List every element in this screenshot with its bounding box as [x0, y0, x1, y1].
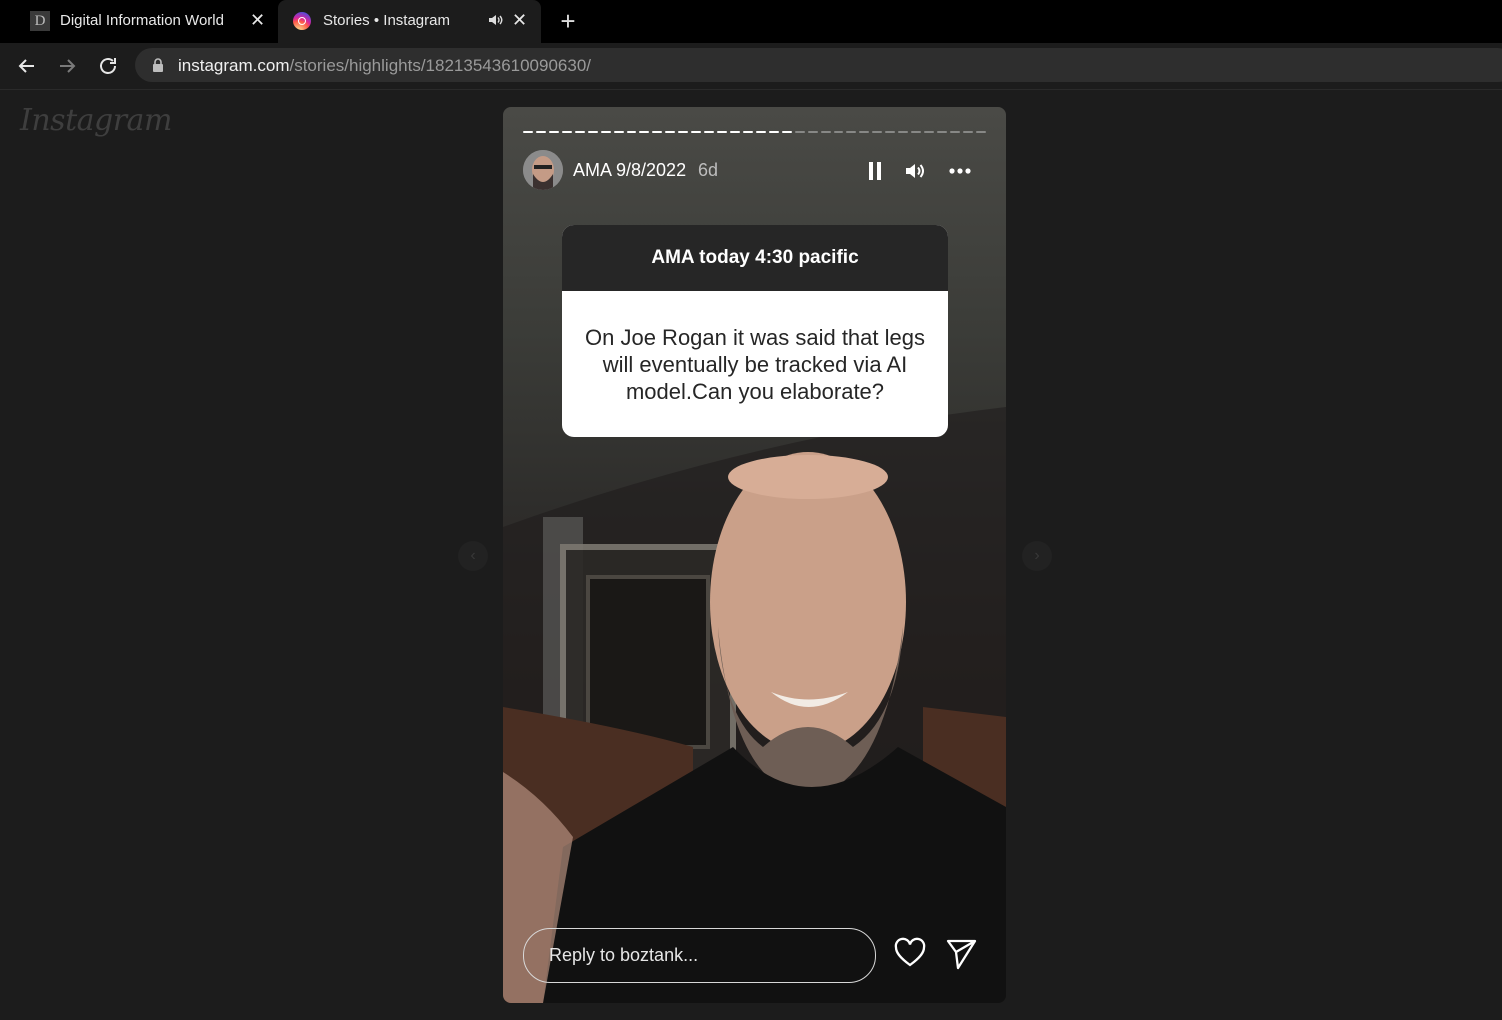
speaker-icon[interactable]: [486, 11, 504, 29]
site-favicon-icon: D: [30, 11, 50, 31]
avatar-image: [523, 150, 563, 190]
story-progress-bar: [523, 131, 986, 134]
progress-segment: [846, 131, 857, 133]
question-sticker-header: AMA today 4:30 pacific: [562, 225, 948, 291]
progress-segment: [755, 131, 766, 133]
progress-segment: [691, 131, 702, 133]
browser-tab-strip: D Digital Information World ✕ Stories • …: [0, 0, 1502, 43]
progress-segment: [652, 131, 663, 133]
url-path: /stories/highlights/18213543610090630/: [289, 56, 592, 75]
pause-icon[interactable]: [863, 159, 887, 183]
story-age: 6d: [698, 160, 719, 180]
progress-segment: [911, 131, 922, 133]
progress-segment: [523, 131, 533, 133]
progress-segment: [742, 131, 753, 133]
instagram-favicon-icon: [293, 12, 311, 30]
close-icon[interactable]: ✕: [250, 10, 265, 31]
progress-segment: [833, 131, 844, 133]
progress-segment: [574, 131, 585, 133]
progress-segment: [820, 131, 831, 133]
avatar[interactable]: [523, 150, 563, 190]
reload-icon[interactable]: [96, 54, 120, 78]
story-viewer[interactable]: AMA 9/8/2022 6d AMA today 4:30 pacific O…: [503, 107, 1006, 1003]
progress-segment: [704, 131, 715, 133]
lock-icon[interactable]: [152, 58, 164, 72]
progress-segment: [626, 131, 637, 133]
progress-segment: [717, 131, 727, 133]
progress-segment: [730, 131, 740, 133]
progress-segment: [924, 131, 934, 133]
volume-icon[interactable]: [903, 159, 927, 183]
progress-segment: [949, 131, 960, 133]
url-text: instagram.com/stories/highlights/1821354…: [178, 56, 591, 76]
progress-segment: [665, 131, 676, 133]
tab-title: Digital Information World: [60, 12, 224, 29]
send-icon[interactable]: [944, 936, 978, 970]
browser-toolbar: instagram.com/stories/highlights/1821354…: [0, 43, 1502, 90]
story-highlight-title[interactable]: AMA 9/8/2022: [573, 160, 686, 181]
progress-segment: [639, 131, 650, 133]
progress-segment: [548, 131, 559, 133]
plus-icon[interactable]: +: [556, 6, 580, 36]
url-host: instagram.com: [178, 56, 290, 75]
progress-segment: [613, 131, 624, 133]
instagram-logo[interactable]: Instagram: [20, 103, 172, 138]
reply-input[interactable]: Reply to boztank...: [523, 928, 876, 983]
tab-digital-information-world[interactable]: D Digital Information World ✕: [0, 0, 278, 43]
progress-segment: [872, 131, 883, 133]
question-sticker-text: On Joe Rogan it was said that legs will …: [585, 325, 925, 404]
progress-segment: [587, 131, 598, 133]
progress-segment: [937, 131, 947, 133]
progress-segment: [962, 131, 973, 133]
more-icon[interactable]: [948, 159, 972, 183]
progress-segment: [561, 131, 572, 133]
heart-icon[interactable]: [893, 936, 927, 970]
progress-segment: [807, 131, 818, 133]
previous-story-button[interactable]: ‹: [458, 541, 488, 571]
address-bar[interactable]: instagram.com/stories/highlights/1821354…: [135, 48, 1502, 82]
progress-segment: [898, 131, 909, 133]
progress-segment: [535, 131, 546, 133]
tab-stories-instagram[interactable]: Stories • Instagram ✕: [278, 0, 541, 43]
question-sticker: AMA today 4:30 pacific On Joe Rogan it w…: [562, 225, 948, 437]
progress-segment: [768, 131, 779, 133]
progress-segment: [885, 131, 896, 133]
progress-segment: [859, 131, 870, 133]
close-icon[interactable]: ✕: [512, 10, 527, 31]
progress-segment: [794, 131, 805, 133]
tab-title: Stories • Instagram: [323, 12, 450, 29]
reply-placeholder: Reply to boztank...: [549, 945, 699, 965]
progress-segment: [678, 131, 689, 133]
progress-segment: [975, 131, 986, 133]
next-story-button[interactable]: ›: [1022, 541, 1052, 571]
progress-segment: [781, 131, 792, 133]
back-arrow-icon[interactable]: [15, 54, 39, 78]
forward-arrow-icon[interactable]: [55, 54, 79, 78]
progress-segment: [600, 131, 611, 133]
